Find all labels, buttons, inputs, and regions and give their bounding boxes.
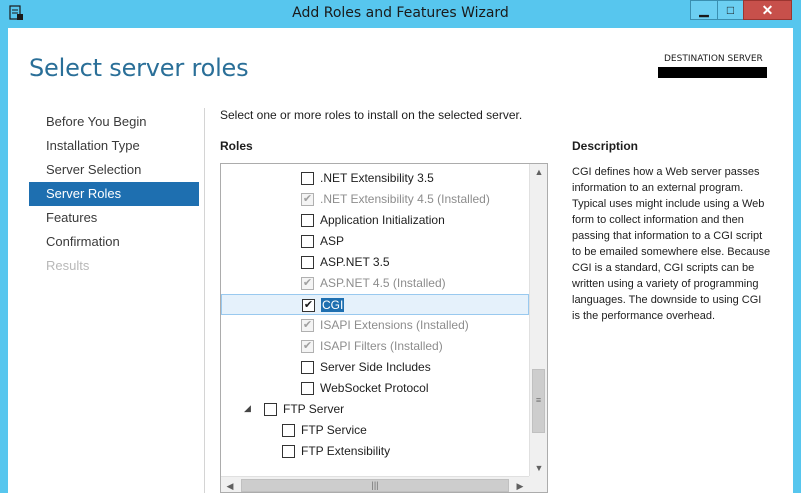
scroll-corner xyxy=(529,476,547,492)
page-title: Select server roles xyxy=(29,54,249,82)
collapse-arrow-icon[interactable]: ◢ xyxy=(244,403,254,414)
minimize-icon: ▁ xyxy=(699,3,709,17)
close-icon: ✕ xyxy=(761,1,774,18)
role-row: ✔ ISAPI Filters (Installed) xyxy=(221,336,529,357)
role-label: .NET Extensibility 3.5 xyxy=(320,171,434,185)
instructions-text: Select one or more roles to install on t… xyxy=(220,108,523,122)
role-label: ASP xyxy=(320,234,345,248)
role-checkbox[interactable] xyxy=(301,235,314,248)
description-heading: Description xyxy=(572,139,639,153)
role-label: ISAPI Extensions (Installed) xyxy=(320,318,469,332)
role-checkbox[interactable] xyxy=(282,445,295,458)
role-label: Server Side Includes xyxy=(320,360,431,374)
role-label: WebSocket Protocol xyxy=(320,381,429,395)
nav-item-server-roles[interactable]: Server Roles xyxy=(29,182,199,206)
horizontal-scrollbar[interactable]: ◀ ||| ▶ xyxy=(221,476,529,492)
description-text: CGI defines how a Web server passes info… xyxy=(572,166,771,322)
role-label: Application Initialization xyxy=(320,213,445,227)
scroll-down-icon[interactable]: ▼ xyxy=(530,460,547,476)
horizontal-scroll-thumb[interactable]: ||| xyxy=(241,479,509,492)
nav-item-features[interactable]: Features xyxy=(29,206,199,230)
role-checkbox[interactable] xyxy=(301,214,314,227)
role-checkbox[interactable] xyxy=(264,403,277,416)
roles-tree[interactable]: .NET Extensibility 3.5 ✔ .NET Extensibilit… xyxy=(220,163,548,493)
role-checkbox: ✔ xyxy=(301,277,314,290)
role-row[interactable]: .NET Extensibility 3.5 xyxy=(221,168,529,189)
maximize-icon: □ xyxy=(726,3,735,17)
role-label: FTP Server xyxy=(283,402,345,416)
nav-divider xyxy=(204,108,205,493)
role-row: ✔ ISAPI Extensions (Installed) xyxy=(221,315,529,336)
scroll-up-icon[interactable]: ▲ xyxy=(530,164,547,180)
role-checkbox[interactable] xyxy=(301,382,314,395)
title-bar: Add Roles and Features Wizard ▁ □ ✕ xyxy=(0,0,801,28)
maximize-button[interactable]: □ xyxy=(717,0,744,20)
nav-item-server-selection[interactable]: Server Selection xyxy=(29,158,199,182)
role-row[interactable]: FTP Service xyxy=(221,420,529,441)
destination-server-redacted xyxy=(658,67,767,78)
minimize-button[interactable]: ▁ xyxy=(690,0,718,20)
close-button[interactable]: ✕ xyxy=(743,0,792,20)
vertical-scroll-thumb[interactable]: ≡ xyxy=(532,369,545,433)
role-row: ✔ ASP.NET 4.5 (Installed) xyxy=(221,273,529,294)
role-row[interactable]: ✔ CGI xyxy=(221,294,529,315)
role-row[interactable]: ASP.NET 3.5 xyxy=(221,252,529,273)
role-row[interactable]: Server Side Includes xyxy=(221,357,529,378)
role-label: FTP Extensibility xyxy=(301,444,391,458)
role-label: .NET Extensibility 4.5 (Installed) xyxy=(320,192,490,206)
scroll-right-icon[interactable]: ▶ xyxy=(511,478,529,492)
role-row[interactable]: ASP xyxy=(221,231,529,252)
role-label: ISAPI Filters (Installed) xyxy=(320,339,443,353)
scroll-left-icon[interactable]: ◀ xyxy=(221,478,239,492)
roles-list: .NET Extensibility 3.5 ✔ .NET Extensibilit… xyxy=(221,164,529,476)
role-checkbox[interactable] xyxy=(301,256,314,269)
role-label: FTP Service xyxy=(301,423,367,437)
role-checkbox[interactable] xyxy=(301,361,314,374)
role-label: CGI xyxy=(321,298,345,312)
role-row[interactable]: ◢ FTP Server xyxy=(221,399,529,420)
role-label: ASP.NET 4.5 (Installed) xyxy=(320,276,446,290)
vertical-scrollbar[interactable]: ▲ ≡ ▼ xyxy=(529,164,547,476)
role-checkbox[interactable] xyxy=(282,424,295,437)
role-checkbox: ✔ xyxy=(301,340,314,353)
role-row[interactable]: WebSocket Protocol xyxy=(221,378,529,399)
window-title: Add Roles and Features Wizard xyxy=(292,5,509,21)
nav-item-results: Results xyxy=(46,258,90,273)
wizard-nav: Before You Begin Installation Type Server … xyxy=(29,110,199,278)
role-checkbox: ✔ xyxy=(301,319,314,332)
role-checkbox[interactable] xyxy=(301,172,314,185)
role-checkbox: ✔ xyxy=(301,193,314,206)
nav-item-before-you-begin[interactable]: Before You Begin xyxy=(29,110,199,134)
role-label: ASP.NET 3.5 xyxy=(320,255,390,269)
role-row[interactable]: FTP Extensibility xyxy=(221,441,529,462)
destination-server-label: DESTINATION SERVER xyxy=(664,54,763,64)
roles-heading: Roles xyxy=(220,139,253,153)
role-row[interactable]: Application Initialization xyxy=(221,210,529,231)
nav-item-installation-type[interactable]: Installation Type xyxy=(29,134,199,158)
role-row: ✔ .NET Extensibility 4.5 (Installed) xyxy=(221,189,529,210)
nav-item-confirmation[interactable]: Confirmation xyxy=(29,230,199,254)
role-checkbox[interactable]: ✔ xyxy=(302,299,315,312)
